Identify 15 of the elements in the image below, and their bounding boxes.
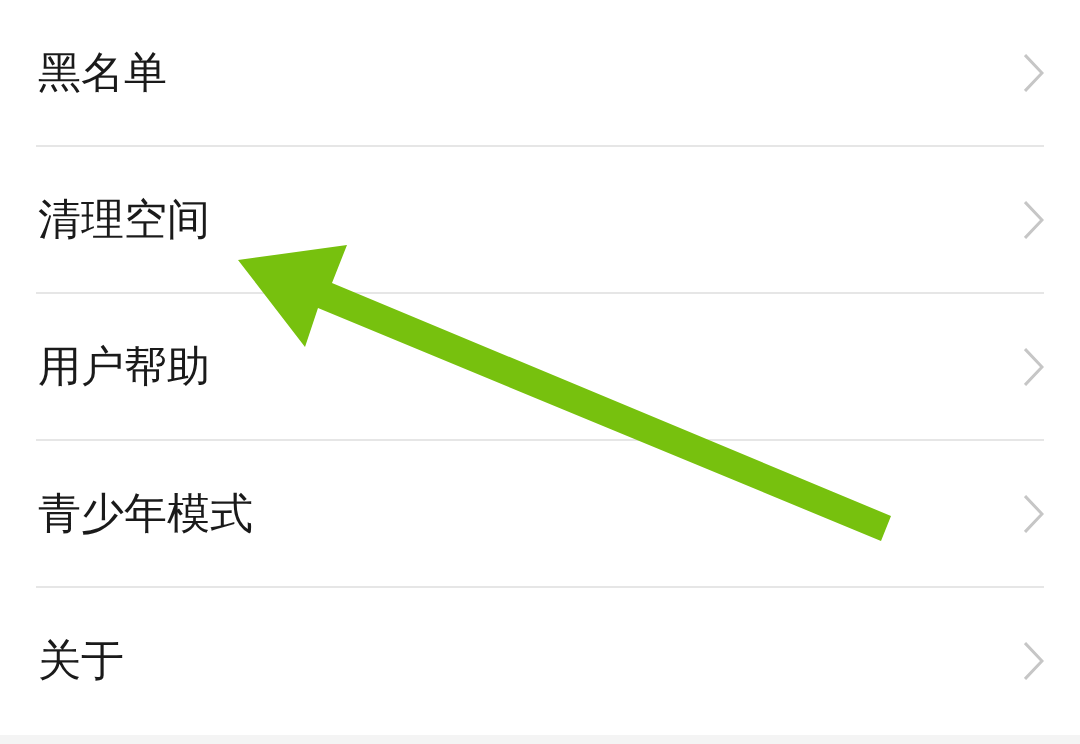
chevron-right-icon: [1024, 200, 1044, 239]
settings-row[interactable]: 清理空间: [36, 147, 1044, 292]
chevron-right-icon: [1024, 53, 1044, 92]
settings-label: 青少年模式: [38, 487, 253, 540]
settings-row[interactable]: 用户帮助: [36, 294, 1044, 439]
chevron-right-icon: [1024, 641, 1044, 680]
settings-label: 关于: [38, 634, 124, 687]
settings-label: 清理空间: [38, 193, 210, 246]
settings-row[interactable]: 青少年模式: [36, 441, 1044, 586]
settings-row[interactable]: 黑名单: [36, 0, 1044, 145]
chevron-right-icon: [1024, 347, 1044, 386]
settings-row[interactable]: 关于: [36, 588, 1044, 733]
settings-label: 黑名单: [38, 46, 167, 99]
chevron-right-icon: [1024, 494, 1044, 533]
settings-label: 用户帮助: [38, 340, 210, 393]
